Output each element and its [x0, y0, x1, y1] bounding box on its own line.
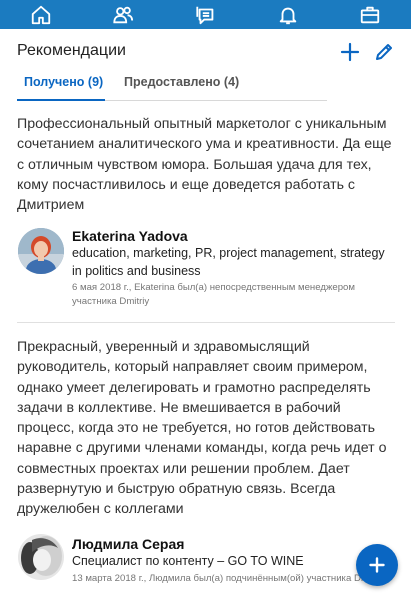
recommendation-text: Профессиональный опытный маркетолог с ун…: [17, 116, 392, 214]
nav-tab-notifications[interactable]: [247, 0, 329, 29]
divider: [17, 322, 395, 323]
add-floating-action-button[interactable]: [356, 544, 398, 586]
recommender-headline: Специалист по контенту – GO TO WINE: [72, 554, 304, 568]
active-tab-indicator: [17, 99, 105, 101]
avatar[interactable]: [18, 228, 64, 274]
recommender-name[interactable]: Ekaterina Yadova: [72, 228, 188, 244]
tab-received[interactable]: Получено (9): [24, 75, 103, 89]
tab-given[interactable]: Предоставлено (4): [124, 75, 239, 89]
recommender-name[interactable]: Людмила Серая: [72, 536, 184, 552]
jobs-briefcase-icon: [360, 6, 380, 23]
home-icon: [31, 5, 51, 24]
nav-tab-my-network[interactable]: [82, 0, 164, 29]
my-network-icon: [113, 6, 134, 23]
recommendation-meta: 13 марта 2018 г., Людмила был(а) подчинё…: [72, 573, 384, 584]
recommendation-meta: 6 мая 2018 г., Ekaterina был(а) непосред…: [72, 282, 355, 307]
nav-tab-messaging[interactable]: [164, 0, 246, 29]
recommendations-card: Рекомендации Получено (9) Предоставлено …: [0, 29, 411, 600]
recommender-headline: education, marketing, PR, project manage…: [72, 246, 385, 278]
recommendation-text: Прекрасный, уверенный и здравомыслящий р…: [17, 339, 387, 518]
notifications-bell-icon: [279, 7, 296, 24]
pencil-icon: [376, 44, 392, 60]
messaging-icon: [195, 6, 213, 24]
add-recommendation-button[interactable]: [337, 39, 363, 65]
plus-icon: [340, 42, 360, 62]
nav-tab-home[interactable]: [0, 0, 82, 29]
nav-tab-jobs[interactable]: [329, 0, 411, 29]
recommendation-tabs: Получено (9) Предоставлено (4): [17, 71, 327, 101]
section-title: Рекомендации: [17, 42, 126, 59]
avatar[interactable]: [18, 534, 64, 580]
plus-icon: [369, 557, 385, 573]
edit-recommendations-button[interactable]: [371, 39, 397, 65]
top-navigation-bar: [0, 0, 411, 29]
